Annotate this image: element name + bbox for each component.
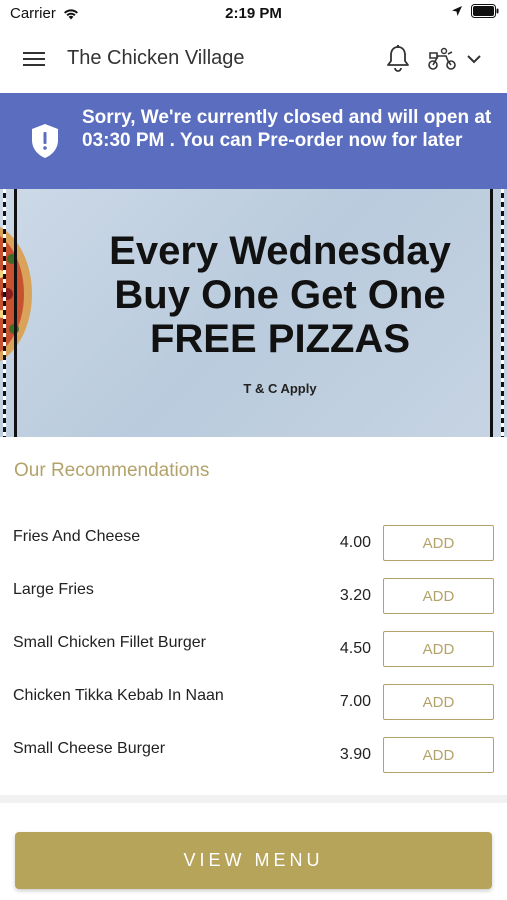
- app-header: The Chicken Village: [0, 26, 507, 93]
- item-price: 4.00: [339, 534, 371, 551]
- promo-terms: T & C Apply: [243, 381, 317, 396]
- list-item: Chicken Tikka Kebab In Naan 7.00 ADD: [0, 677, 507, 730]
- promo-banner[interactable]: Every Wednesday Buy One Get One FREE PIZ…: [0, 189, 507, 437]
- bell-icon[interactable]: [384, 44, 412, 74]
- chevron-down-icon: [467, 55, 481, 64]
- ticket-border-left: [3, 189, 17, 437]
- promo-heading-line: FREE PIZZAS: [149, 317, 411, 361]
- item-name: Fries And Cheese: [13, 528, 141, 545]
- scooter-icon: [428, 47, 456, 70]
- item-price: 3.20: [339, 587, 371, 604]
- item-price: 4.50: [339, 640, 371, 657]
- status-time: 2:19 PM: [225, 5, 282, 22]
- shield-alert-icon: [32, 124, 58, 158]
- item-name: Small Cheese Burger: [13, 740, 166, 757]
- add-button[interactable]: ADD: [383, 578, 494, 614]
- list-item: Small Cheese Burger 3.90 ADD: [0, 730, 507, 783]
- list-item: Large Fries 3.20 ADD: [0, 571, 507, 624]
- status-right: [451, 4, 499, 18]
- item-name: Small Chicken Fillet Burger: [13, 634, 206, 651]
- closed-banner: Sorry, We're currently closed and will o…: [0, 93, 507, 189]
- list-item: Small Chicken Fillet Burger 4.50 ADD: [0, 624, 507, 677]
- item-price: 7.00: [339, 693, 371, 710]
- item-price: 3.90: [339, 746, 371, 763]
- app-title: The Chicken Village: [67, 47, 245, 69]
- item-name: Chicken Tikka Kebab In Naan: [13, 687, 224, 704]
- status-bar: Carrier 2:19 PM: [0, 0, 507, 26]
- add-button[interactable]: ADD: [383, 737, 494, 773]
- add-button[interactable]: ADD: [383, 631, 494, 667]
- recommendations-heading: Our Recommendations: [14, 460, 210, 481]
- hamburger-menu-icon[interactable]: [20, 47, 48, 71]
- item-name: Large Fries: [13, 581, 94, 598]
- promo-heading-line: Buy One Get One: [114, 273, 446, 317]
- battery-icon: [471, 4, 499, 18]
- list-item: Fries And Cheese 4.00 ADD: [0, 518, 507, 571]
- location-arrow-icon: [452, 6, 462, 16]
- add-button[interactable]: ADD: [383, 525, 494, 561]
- promo-heading-line: Every Wednesday: [109, 229, 451, 273]
- recommendations-list: Fries And Cheese 4.00 ADD Large Fries 3.…: [0, 518, 507, 783]
- closed-message: Sorry, We're currently closed and will o…: [82, 107, 492, 151]
- view-menu-button[interactable]: VIEW MENU: [15, 832, 492, 889]
- section-divider: [0, 795, 507, 803]
- promo-heading: Every Wednesday Buy One Get One FREE PIZ…: [40, 229, 507, 361]
- delivery-mode-selector[interactable]: [426, 44, 490, 74]
- add-button[interactable]: ADD: [383, 684, 494, 720]
